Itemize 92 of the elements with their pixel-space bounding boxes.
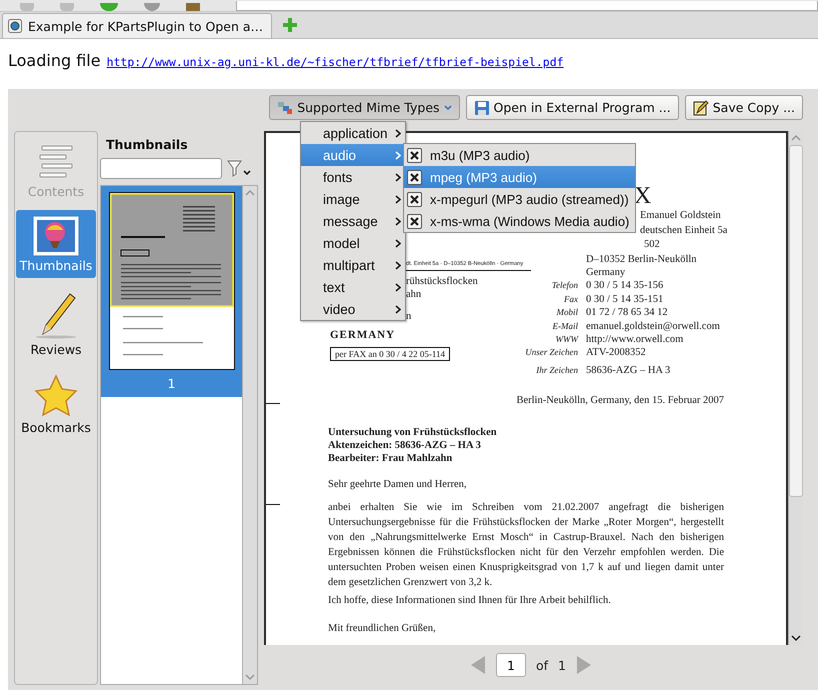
page-total: 1 <box>558 658 566 672</box>
contact-value: http://www.orwell.com <box>586 332 684 346</box>
document-pencil-icon <box>692 100 709 116</box>
scrollbar[interactable] <box>242 186 257 684</box>
chevron-right-icon <box>395 128 401 138</box>
date-line: Berlin-Neukölln, Germany, den 15. Februar 2007 <box>516 395 724 406</box>
chevron-right-icon <box>395 150 401 160</box>
menu-item[interactable]: model <box>301 232 405 254</box>
chevron-right-icon <box>395 238 401 248</box>
balloon-picture-icon <box>33 216 79 256</box>
checkbox[interactable] <box>407 214 422 228</box>
menu-item[interactable]: audio <box>301 144 405 166</box>
mime-types-icon <box>277 100 294 114</box>
closing-text: Mit freundlichen Grüßen, <box>328 622 437 636</box>
plus-icon[interactable] <box>282 17 298 33</box>
chevron-right-icon <box>395 194 401 204</box>
address-text: Emanuel Goldstein <box>640 209 722 223</box>
address-text: 502 <box>644 238 661 252</box>
star-icon <box>33 374 79 418</box>
filter-icon[interactable] <box>226 158 252 178</box>
loading-label: Loading file <box>8 51 101 70</box>
menu-item[interactable]: x-ms-wma (Windows Media audio) <box>404 210 636 232</box>
contact-label: WWW <box>554 332 578 346</box>
menu-item[interactable]: image <box>301 188 405 210</box>
fax-note: per FAX an 0 30 / 4 22 05-114 <box>330 347 450 361</box>
toolbar-button[interactable]: Save Copy ... <box>684 95 803 120</box>
sidebar-item[interactable]: Bookmarks <box>16 368 96 440</box>
page-of-label: of <box>536 658 548 672</box>
page-number-field[interactable]: 1 <box>496 653 526 677</box>
address-text: D–10352 Berlin-Neukölln <box>586 252 698 266</box>
previous-page-icon[interactable] <box>470 655 486 675</box>
contact-value: emanuel.goldstein@orwell.com <box>586 320 720 333</box>
menu-item[interactable]: application <box>301 122 405 144</box>
next-page-icon[interactable] <box>576 655 592 675</box>
body-paragraph: Ich hoffe, diese Informationen sind Ihnen für Ihre Arbeit behilflich. <box>328 594 612 608</box>
address-field[interactable] <box>236 1 818 11</box>
letterhead-text: X <box>634 183 652 209</box>
menu-button[interactable]: Supported Mime Types <box>269 95 460 120</box>
contact-label: Telefon <box>550 279 578 292</box>
contact-value: 0 30 / 5 14 35-151 <box>586 292 664 306</box>
contact-label: Unser Zeichen <box>524 346 578 360</box>
menu-item[interactable]: fonts <box>301 166 405 188</box>
checkbox[interactable] <box>407 192 422 206</box>
chevron-right-icon <box>395 304 401 314</box>
chevron-right-icon <box>395 282 401 292</box>
address-text: Germany <box>586 266 626 280</box>
reference-value: 58636-AZG – HA 3 <box>586 364 672 378</box>
sidebar-item[interactable]: Reviews <box>16 284 96 362</box>
contact-label: Fax <box>563 292 578 306</box>
recipient-text: n <box>406 310 412 323</box>
chevron-right-icon <box>395 260 401 270</box>
address-text: deutschen Einheit 5a <box>640 224 728 238</box>
scrollbar-thumb[interactable] <box>789 145 803 497</box>
thumbnail-item[interactable]: 1 <box>101 186 242 397</box>
subject-line: Untersuchung von Frühstücksflocken <box>328 426 498 440</box>
caret-icon <box>444 104 452 110</box>
search-field[interactable] <box>100 158 222 179</box>
cross-icon <box>410 150 419 160</box>
contact-value: 0 30 / 5 14 35-156 <box>586 279 664 293</box>
tab-title: Example for KPartsPlugin to Open a… <box>28 18 264 34</box>
chevron-right-icon <box>395 172 401 182</box>
menu-item[interactable]: video <box>301 298 405 320</box>
reference-label: Ihr Zeichen <box>535 364 578 377</box>
recipient-text: rühstücksflocken <box>406 275 479 288</box>
menu-item[interactable]: message <box>301 210 405 232</box>
menu-item[interactable]: text <box>301 276 405 298</box>
checkbox[interactable] <box>407 170 422 184</box>
globe-icon <box>8 19 22 33</box>
menu-item[interactable]: multipart <box>301 254 405 276</box>
contact-value: ATV-2008352 <box>586 346 647 360</box>
body-paragraph: anbei erhalten Sie wie im Schreiben vom 21.02.2007 angefragt die bisherigen Untersuchungsergebnisse für die Frühstücksflocken der Marke „Roter Morgen“, hergestellt von den „Nahrungsmittelwerke Ernst Mosch“ in Castrup-Brauxel. Nach den bisherigen Ergebnissen können die Frühstücksflocken nicht für den Verzehr empfohlen werden. Die untersuchten Proben weisen einen Knusprigkeitsgrad von 1,7 k auf und liegen damit unter dem gesetzlichen Grenzwert von 3,2 k. <box>328 501 724 590</box>
menu-item[interactable]: mpeg (MP3 audio) <box>404 166 636 188</box>
toolbar-button[interactable]: Open in External Program ... <box>466 95 679 120</box>
checkbox[interactable] <box>407 148 422 162</box>
recipient-country: GERMANY <box>330 329 396 341</box>
cross-icon <box>410 194 419 204</box>
recipient-text: ahn <box>406 288 422 301</box>
contact-label: Mobil <box>556 306 578 320</box>
subject-line: Aktenzeichen: 58636-AZG – HA 3 <box>328 439 482 452</box>
browser-tab[interactable]: Example for KPartsPlugin to Open a… <box>2 13 272 38</box>
subject-line: Bearbeiter: Frau Mahlzahn <box>328 452 454 466</box>
menu-item[interactable]: x-mpegurl (MP3 audio (streamed)) <box>404 188 636 210</box>
file-link[interactable]: http://www.unix-ag.uni-kl.de/~fischer/tfbrief/tfbrief-beispiel.pdf <box>106 55 564 69</box>
salutation: Sehr geehrte Damen und Herren, <box>328 478 468 492</box>
contact-label: E-Mail <box>552 320 578 333</box>
menu-item[interactable]: m3u (MP3 audio) <box>404 144 636 166</box>
sidebar-item[interactable]: Thumbnails <box>16 210 96 278</box>
chevron-right-icon <box>395 216 401 226</box>
cross-icon <box>410 172 419 182</box>
contact-value: 01 72 / 78 65 34 12 <box>586 306 669 320</box>
panel-title: Thumbnails <box>105 136 189 154</box>
cross-icon <box>410 216 419 226</box>
